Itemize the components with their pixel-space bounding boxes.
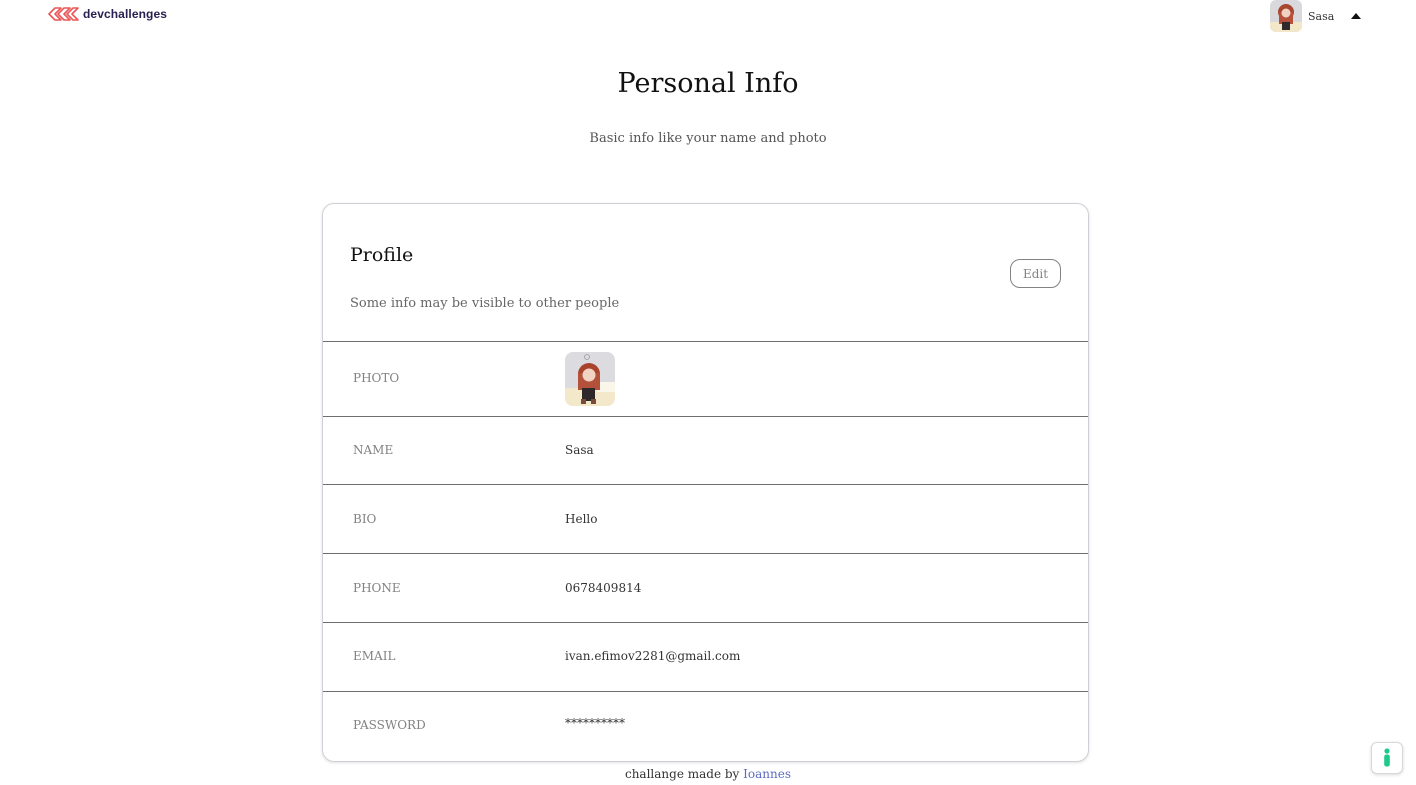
password-value: ********** [565,716,625,730]
email-label: EMAIL [353,649,396,663]
row-photo: PHOTO [323,341,1088,416]
profile-card: Profile Some info may be visible to othe… [322,203,1089,762]
name-value: Sasa [565,443,594,457]
page-subtitle: Basic info like your name and photo [589,131,827,146]
footer-prefix: challange made by [624,767,740,781]
profile-photo[interactable] [565,352,615,406]
profile-title: Profile [350,244,414,266]
phone-value: 0678409814 [565,581,642,595]
page-title: Personal Info [617,68,799,99]
user-menu[interactable]: Sasa [1270,0,1362,32]
profile-subtitle: Some info may be visible to other people [350,296,620,311]
phone-label: PHONE [353,581,401,595]
password-label: PASSWORD [353,718,426,732]
devchallenges-logo-icon [48,7,79,21]
devchallenges-logo[interactable]: devchallenges [47,5,167,23]
top-header: devchallenges Sasa [0,0,1416,32]
bio-value: Hello [565,512,598,526]
accessibility-widget[interactable] [1371,742,1403,774]
row-password: PASSWORD ********** [323,691,1088,761]
name-label: NAME [353,443,394,457]
edit-button[interactable]: Edit [1010,259,1061,288]
row-phone: PHONE 0678409814 [323,553,1088,622]
row-bio: BIO Hello [323,484,1088,553]
user-avatar[interactable] [1270,0,1302,32]
bio-label: BIO [353,512,377,526]
user-name: Sasa [1308,9,1335,23]
footer: challange made by Ioannes [0,767,1416,781]
accessibility-person-icon [1384,748,1390,767]
caret-up-icon[interactable] [1351,13,1362,19]
row-name: NAME Sasa [323,416,1088,484]
row-email: EMAIL ivan.efimov2281@gmail.com [323,622,1088,691]
footer-author-link[interactable]: Ioannes [743,767,791,781]
email-value: ivan.efimov2281@gmail.com [565,649,741,663]
logo-text: devchallenges [83,7,168,21]
photo-label: PHOTO [353,371,400,385]
